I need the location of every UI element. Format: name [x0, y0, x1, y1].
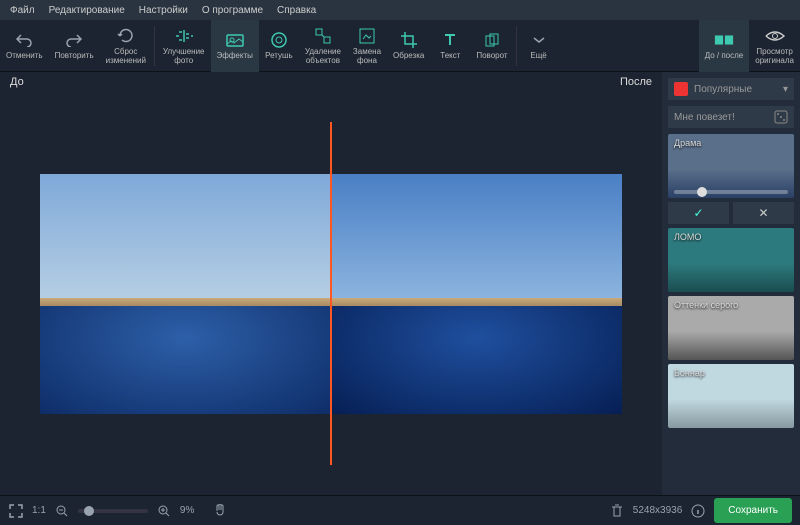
before-after-label: До / после: [705, 52, 744, 61]
rotate-label: Поворот: [476, 52, 507, 61]
enhance-label: Улучшение фото: [163, 48, 205, 66]
reset-label: Сброс изменений: [106, 48, 146, 66]
menu-file[interactable]: Файл: [4, 3, 41, 18]
crop-button[interactable]: Обрезка: [387, 20, 430, 72]
effect-intensity-slider[interactable]: [674, 190, 788, 194]
compare-icon: [714, 30, 734, 50]
undo-icon: [14, 30, 34, 50]
reset-icon: [116, 26, 136, 46]
effect-name: Боннар: [674, 368, 705, 378]
save-button[interactable]: Сохранить: [714, 498, 792, 523]
rotate-button[interactable]: Поворот: [470, 20, 513, 72]
bg-swap-button[interactable]: Замена фона: [347, 20, 387, 72]
redo-icon: [64, 30, 84, 50]
text-icon: [440, 30, 460, 50]
more-label: Ещё: [530, 52, 546, 61]
redo-label: Повторить: [55, 52, 94, 61]
text-label: Текст: [440, 52, 460, 61]
text-button[interactable]: Текст: [430, 20, 470, 72]
remove-icon: [313, 26, 333, 46]
crop-label: Обрезка: [393, 52, 424, 61]
crop-icon: [399, 30, 419, 50]
after-label: После: [620, 76, 652, 88]
chevron-down-icon: [529, 30, 549, 50]
retouch-label: Ретушь: [265, 52, 293, 61]
cancel-effect-button[interactable]: ✕: [733, 202, 794, 224]
retouch-icon: [269, 30, 289, 50]
more-button[interactable]: Ещё: [519, 20, 559, 72]
scale-label[interactable]: 1:1: [32, 505, 46, 516]
apply-effect-button[interactable]: ✓: [668, 202, 729, 224]
zoom-percent: 9%: [180, 505, 194, 516]
view-original-button[interactable]: Просмотр оригинала: [749, 20, 800, 72]
rotate-icon: [482, 30, 502, 50]
dimensions-label: 5248x3936: [633, 505, 683, 516]
after-image: [332, 174, 622, 414]
effect-name: Драма: [674, 138, 701, 148]
bgswap-icon: [357, 26, 377, 46]
fit-screen-button[interactable]: [8, 503, 24, 519]
enhance-button[interactable]: Улучшение фото: [157, 20, 211, 72]
info-button[interactable]: [690, 503, 706, 519]
effect-bonnar[interactable]: Боннар: [668, 364, 794, 428]
eye-icon: [765, 26, 785, 46]
menu-settings[interactable]: Настройки: [133, 3, 194, 18]
enhance-icon: [174, 26, 194, 46]
effects-label: Эффекты: [217, 52, 253, 61]
effects-list: Драма ✓ ✕ ЛОМО Оттенки серого Боннар: [668, 134, 794, 489]
chevron-down-icon: ▾: [783, 84, 788, 95]
separator: [516, 26, 517, 66]
view-original-label: Просмотр оригинала: [755, 48, 794, 66]
undo-label: Отменить: [6, 52, 43, 61]
effects-button[interactable]: Эффекты: [211, 20, 259, 72]
retouch-button[interactable]: Ретушь: [259, 20, 299, 72]
bgswap-label: Замена фона: [353, 48, 381, 66]
remove-objects-button[interactable]: Удаление объектов: [299, 20, 347, 72]
lucky-label: Мне повезет!: [674, 112, 735, 123]
effects-sidebar: Популярные ▾ Мне повезет! Драма ✓ ✕ ЛОМО…: [662, 72, 800, 495]
redo-button[interactable]: Повторить: [49, 20, 100, 72]
effect-drama[interactable]: Драма: [668, 134, 794, 198]
toolbar: Отменить Повторить Сброс изменений Улучш…: [0, 20, 800, 72]
menubar: Файл Редактирование Настройки О программ…: [0, 0, 800, 20]
viewport: До После: [0, 72, 662, 495]
zoom-out-button[interactable]: [54, 503, 70, 519]
effect-name: ЛОМО: [674, 232, 701, 242]
menu-help[interactable]: Справка: [271, 3, 322, 18]
menu-about[interactable]: О программе: [196, 3, 269, 18]
category-label: Популярные: [694, 84, 777, 95]
effect-name: Оттенки серого: [674, 300, 738, 310]
dice-icon: [774, 110, 788, 124]
menu-edit[interactable]: Редактирование: [43, 3, 131, 18]
effect-lomo[interactable]: ЛОМО: [668, 228, 794, 292]
before-image: [40, 174, 330, 414]
zoom-slider[interactable]: [78, 509, 148, 513]
main: До После Популярные ▾ Мне повезет! Драма: [0, 72, 800, 495]
separator: [154, 26, 155, 66]
reset-button[interactable]: Сброс изменений: [100, 20, 152, 72]
effects-icon: [225, 30, 245, 50]
undo-button[interactable]: Отменить: [0, 20, 49, 72]
star-icon: [674, 82, 688, 96]
effect-grayscale[interactable]: Оттенки серого: [668, 296, 794, 360]
remove-label: Удаление объектов: [305, 48, 341, 66]
lucky-button[interactable]: Мне повезет!: [668, 106, 794, 128]
statusbar: 1:1 9% 5248x3936 Сохранить: [0, 495, 800, 525]
before-label: До: [10, 76, 24, 88]
delete-button[interactable]: [609, 503, 625, 519]
canvas[interactable]: [0, 92, 662, 495]
pan-button[interactable]: [212, 503, 228, 519]
zoom-in-button[interactable]: [156, 503, 172, 519]
before-after-button[interactable]: До / после: [699, 20, 750, 72]
effect-category-dropdown[interactable]: Популярные ▾: [668, 78, 794, 100]
